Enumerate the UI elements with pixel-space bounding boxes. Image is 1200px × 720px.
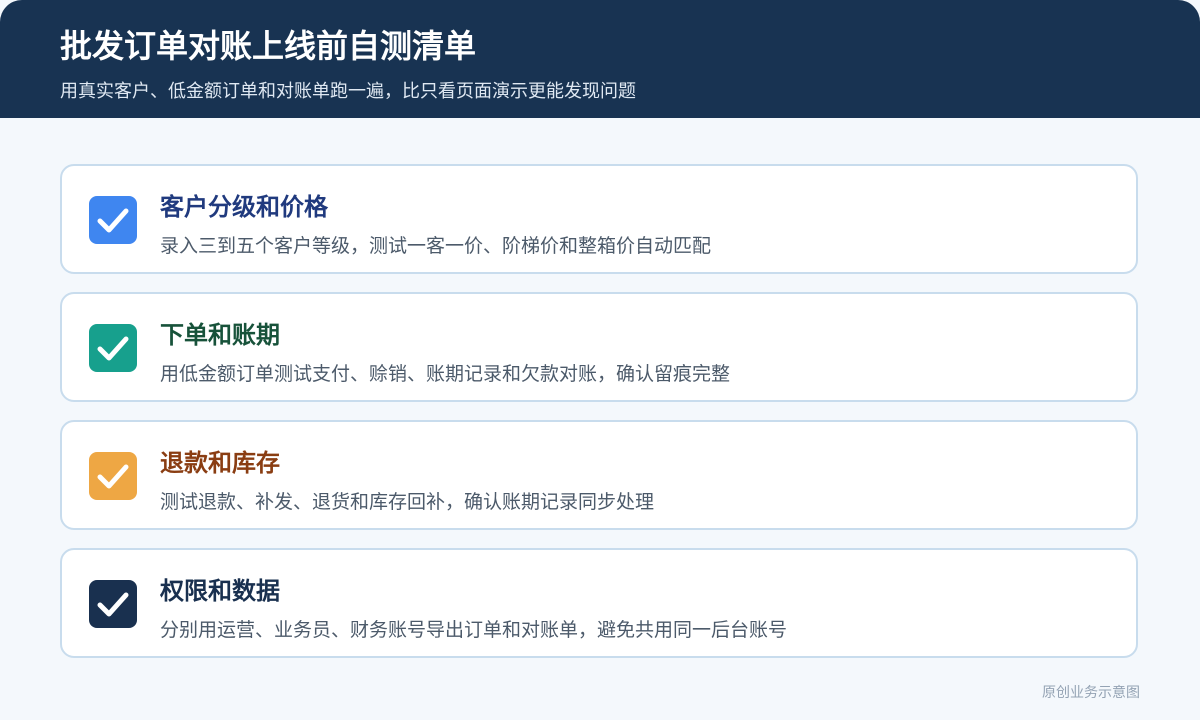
- checklist-item-order-credit: 下单和账期 用低金额订单测试支付、赊销、账期记录和欠款对账，确认留痕完整: [60, 292, 1138, 402]
- checkbox-checked-icon[interactable]: [89, 324, 137, 372]
- checkmark-icon: [89, 452, 137, 500]
- header-banner: 批发订单对账上线前自测清单 用真实客户、低金额订单和对账单跑一遍，比只看页面演示…: [0, 0, 1200, 118]
- checklist-item-title: 权限和数据: [160, 577, 280, 605]
- checklist-item-permissions-data: 权限和数据 分别用运营、业务员、财务账号导出订单和对账单，避免共用同一后台账号: [60, 548, 1138, 658]
- checklist-item-title: 下单和账期: [160, 321, 280, 349]
- checklist-page: 批发订单对账上线前自测清单 用真实客户、低金额订单和对账单跑一遍，比只看页面演示…: [0, 0, 1200, 720]
- checkbox-checked-icon[interactable]: [89, 580, 137, 628]
- checklist-item-description: 用低金额订单测试支付、赊销、账期记录和欠款对账，确认留痕完整: [160, 363, 731, 385]
- checklist-item-title: 客户分级和价格: [160, 193, 328, 221]
- checklist-item-customer-pricing: 客户分级和价格 录入三到五个客户等级，测试一客一价、阶梯价和整箱价自动匹配: [60, 164, 1138, 274]
- checkbox-checked-icon[interactable]: [89, 452, 137, 500]
- checklist-item-title: 退款和库存: [160, 449, 280, 477]
- checklist-item-description: 分别用运营、业务员、财务账号导出订单和对账单，避免共用同一后台账号: [160, 619, 788, 641]
- checkmark-icon: [89, 580, 137, 628]
- page-subtitle: 用真实客户、低金额订单和对账单跑一遍，比只看页面演示更能发现问题: [60, 81, 636, 102]
- checkmark-icon: [89, 324, 137, 372]
- checklist-item-refund-inventory: 退款和库存 测试退款、补发、退货和库存回补，确认账期记录同步处理: [60, 420, 1138, 530]
- page-title: 批发订单对账上线前自测清单: [60, 27, 477, 65]
- footer-note: 原创业务示意图: [1042, 685, 1140, 701]
- checkmark-icon: [89, 196, 137, 244]
- checklist-item-description: 测试退款、补发、退货和库存回补，确认账期记录同步处理: [160, 491, 655, 513]
- checkbox-checked-icon[interactable]: [89, 196, 137, 244]
- checklist-item-description: 录入三到五个客户等级，测试一客一价、阶梯价和整箱价自动匹配: [160, 235, 712, 257]
